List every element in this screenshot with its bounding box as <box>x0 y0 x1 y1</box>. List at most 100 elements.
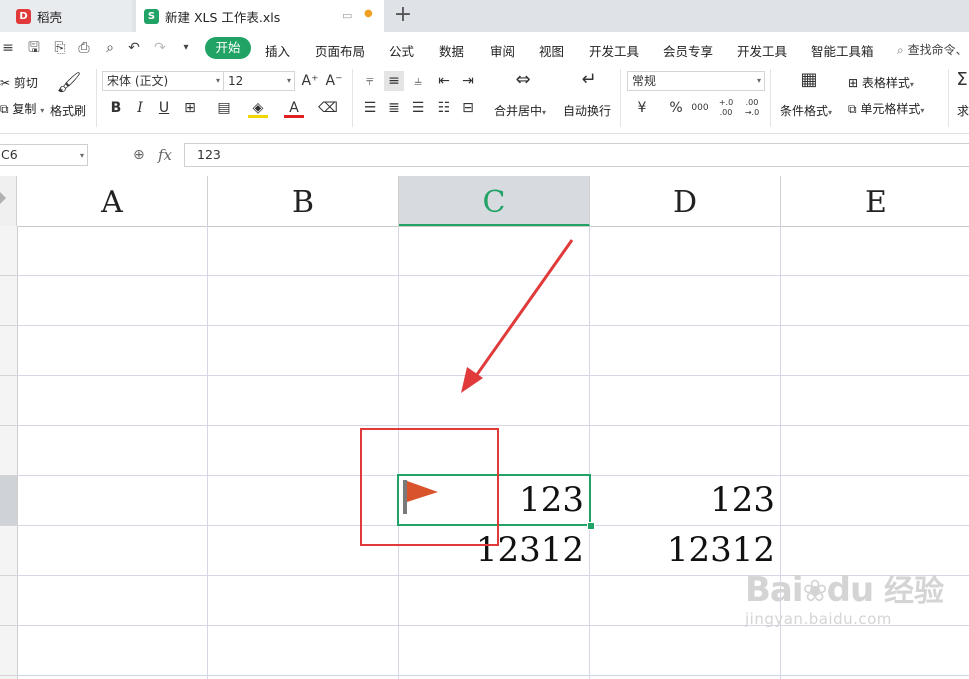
conditional-format-icon[interactable]: ▦ <box>796 69 822 90</box>
increase-font-icon[interactable]: A⁺ <box>300 71 320 91</box>
align-center-icon[interactable]: ≣ <box>384 98 404 118</box>
menu-item-insert[interactable]: 插入 <box>265 41 290 60</box>
decrease-decimal-button[interactable]: .00 →.0 <box>742 98 762 118</box>
undo-icon[interactable]: ↶ <box>126 40 142 56</box>
merge-center-button[interactable]: 合并居中▾ <box>494 102 546 119</box>
cell-d7[interactable]: 12312 <box>591 530 775 570</box>
menu-item-start[interactable]: 开始 <box>205 37 251 59</box>
table-style-button[interactable]: ⊞ 表格样式▾ <box>848 74 914 91</box>
print-icon[interactable]: ⎙ <box>76 40 92 56</box>
menu-item-member[interactable]: 会员专享 <box>663 41 713 60</box>
wrap-text-button[interactable]: 自动换行 <box>563 102 611 119</box>
tab-workbook-label: 新建 XLS 工作表.xls <box>165 9 281 25</box>
font-size-select[interactable]: 12 ▾ <box>223 71 295 91</box>
row-header-divider <box>0 275 17 276</box>
italic-button[interactable]: I <box>130 98 150 118</box>
row-header-divider <box>0 325 17 326</box>
command-search[interactable]: ⌕ 查找命令、 <box>897 41 968 58</box>
row-header-divider <box>0 375 17 376</box>
annotation-highlight-box <box>360 428 499 546</box>
chevron-down-icon: ▾ <box>756 76 761 85</box>
zoom-icon[interactable]: ⊕ <box>133 147 145 163</box>
row-header-column <box>0 226 18 679</box>
currency-button[interactable]: ¥ <box>632 98 652 118</box>
tab-daoke-label: 稻壳 <box>37 9 63 25</box>
cell-style-button[interactable]: ⧉ 单元格样式▾ <box>848 100 924 117</box>
cell-d6[interactable]: 123 <box>591 480 775 520</box>
column-header-a[interactable]: A <box>17 176 208 226</box>
save-icon[interactable]: 🖫 <box>26 40 42 56</box>
print-preview-icon[interactable]: ⌕ <box>102 40 118 56</box>
decrease-indent-icon[interactable]: ⇤ <box>434 71 454 91</box>
font-color-icon[interactable]: A <box>284 98 304 118</box>
thousands-button[interactable]: 000 <box>690 98 710 118</box>
wrap-text-icon[interactable]: ↵ <box>574 69 604 90</box>
screen-icon[interactable]: ▭ <box>342 9 352 22</box>
cell-style-icon: ⧉ <box>848 102 857 116</box>
menu-item-formula[interactable]: 公式 <box>389 41 414 60</box>
function-button[interactable]: fx <box>158 146 172 164</box>
distributed-icon[interactable]: ⊟ <box>458 98 478 118</box>
percent-button[interactable]: % <box>666 98 686 118</box>
column-header-e[interactable]: E <box>781 176 969 226</box>
row-header-active[interactable] <box>0 475 17 525</box>
bold-button[interactable]: B <box>106 98 126 118</box>
customize-dropdown-icon[interactable]: ▾ <box>178 40 194 56</box>
align-top-icon[interactable]: ⫧ <box>360 71 380 91</box>
merge-center-icon[interactable]: ⇔ <box>508 69 538 90</box>
export-icon[interactable]: ⎘ <box>52 40 68 56</box>
column-header-d[interactable]: D <box>590 176 781 226</box>
menu-item-developer[interactable]: 开发工具 <box>589 41 639 60</box>
name-box[interactable]: C6 ▾ <box>0 144 88 166</box>
row-header-divider <box>0 575 17 576</box>
underline-button[interactable]: U <box>154 98 174 118</box>
increase-decimal-button[interactable]: +.0 .00 <box>716 98 736 118</box>
justify-icon[interactable]: ☷ <box>434 98 454 118</box>
menu-item-review[interactable]: 审阅 <box>490 41 515 60</box>
border-icon[interactable]: ⊞ <box>180 98 200 118</box>
table-style-icon: ⊞ <box>848 76 859 90</box>
conditional-format-button[interactable]: 条件格式▾ <box>780 102 832 119</box>
chevron-down-icon: ▾ <box>286 76 291 85</box>
menu-item-page-layout[interactable]: 页面布局 <box>315 41 365 60</box>
number-format-select[interactable]: 常规 ▾ <box>627 71 765 91</box>
grid-line <box>589 226 590 679</box>
cut-label: 剪切 <box>13 76 38 90</box>
format-painter-icon[interactable]: 🖌 <box>56 70 82 94</box>
fill-color-icon[interactable]: ◈ <box>248 98 268 118</box>
menu-item-view[interactable]: 视图 <box>539 41 564 60</box>
column-header-c[interactable]: C <box>399 176 590 226</box>
column-header-b[interactable]: B <box>208 176 399 226</box>
new-tab-button[interactable]: + <box>390 2 416 28</box>
copy-label: 复制 <box>12 102 37 116</box>
align-left-icon[interactable]: ☰ <box>360 98 380 118</box>
annotation-arrow <box>461 239 574 393</box>
unsaved-dot-icon: ● <box>364 8 373 19</box>
grid-line <box>17 425 969 426</box>
sheet-logo-icon: S <box>144 8 159 24</box>
increase-indent-icon[interactable]: ⇥ <box>458 71 478 91</box>
menu-item-data[interactable]: 数据 <box>439 41 464 60</box>
format-painter-label[interactable]: 格式刷 <box>50 102 86 119</box>
menu-item-smart-toolbox[interactable]: 智能工具箱 <box>811 41 874 60</box>
align-middle-icon[interactable]: ≡ <box>384 71 404 91</box>
menu-item-developer-2[interactable]: 开发工具 <box>737 41 787 60</box>
font-name-select[interactable]: 宋体 (正文) ▾ <box>102 71 224 91</box>
redo-icon[interactable]: ↷ <box>152 40 168 56</box>
align-right-icon[interactable]: ☰ <box>408 98 428 118</box>
sum-icon[interactable]: Σ <box>955 69 969 90</box>
fill-handle[interactable] <box>587 522 595 530</box>
table-style-label: 表格样式 <box>861 76 910 90</box>
fill-pattern-icon[interactable]: ▤ <box>214 98 234 118</box>
formula-input[interactable]: 123 <box>184 143 969 167</box>
align-bottom-icon[interactable]: ⫨ <box>408 71 428 91</box>
menu-icon[interactable]: ≡ <box>0 40 16 56</box>
copy-button[interactable]: ⧉ 复制 ▾ <box>0 100 44 117</box>
eraser-icon[interactable]: ⌫ <box>318 98 338 118</box>
select-all-corner[interactable] <box>0 176 17 226</box>
decrease-font-icon[interactable]: A⁻ <box>324 71 344 91</box>
cut-button[interactable]: ✂ 剪切 <box>0 74 38 91</box>
tab-daoke[interactable]: D 稻壳 <box>0 0 132 32</box>
tab-workbook[interactable]: S 新建 XLS 工作表.xls ▭ ● <box>136 0 384 32</box>
sum-label[interactable]: 求 <box>957 102 969 119</box>
